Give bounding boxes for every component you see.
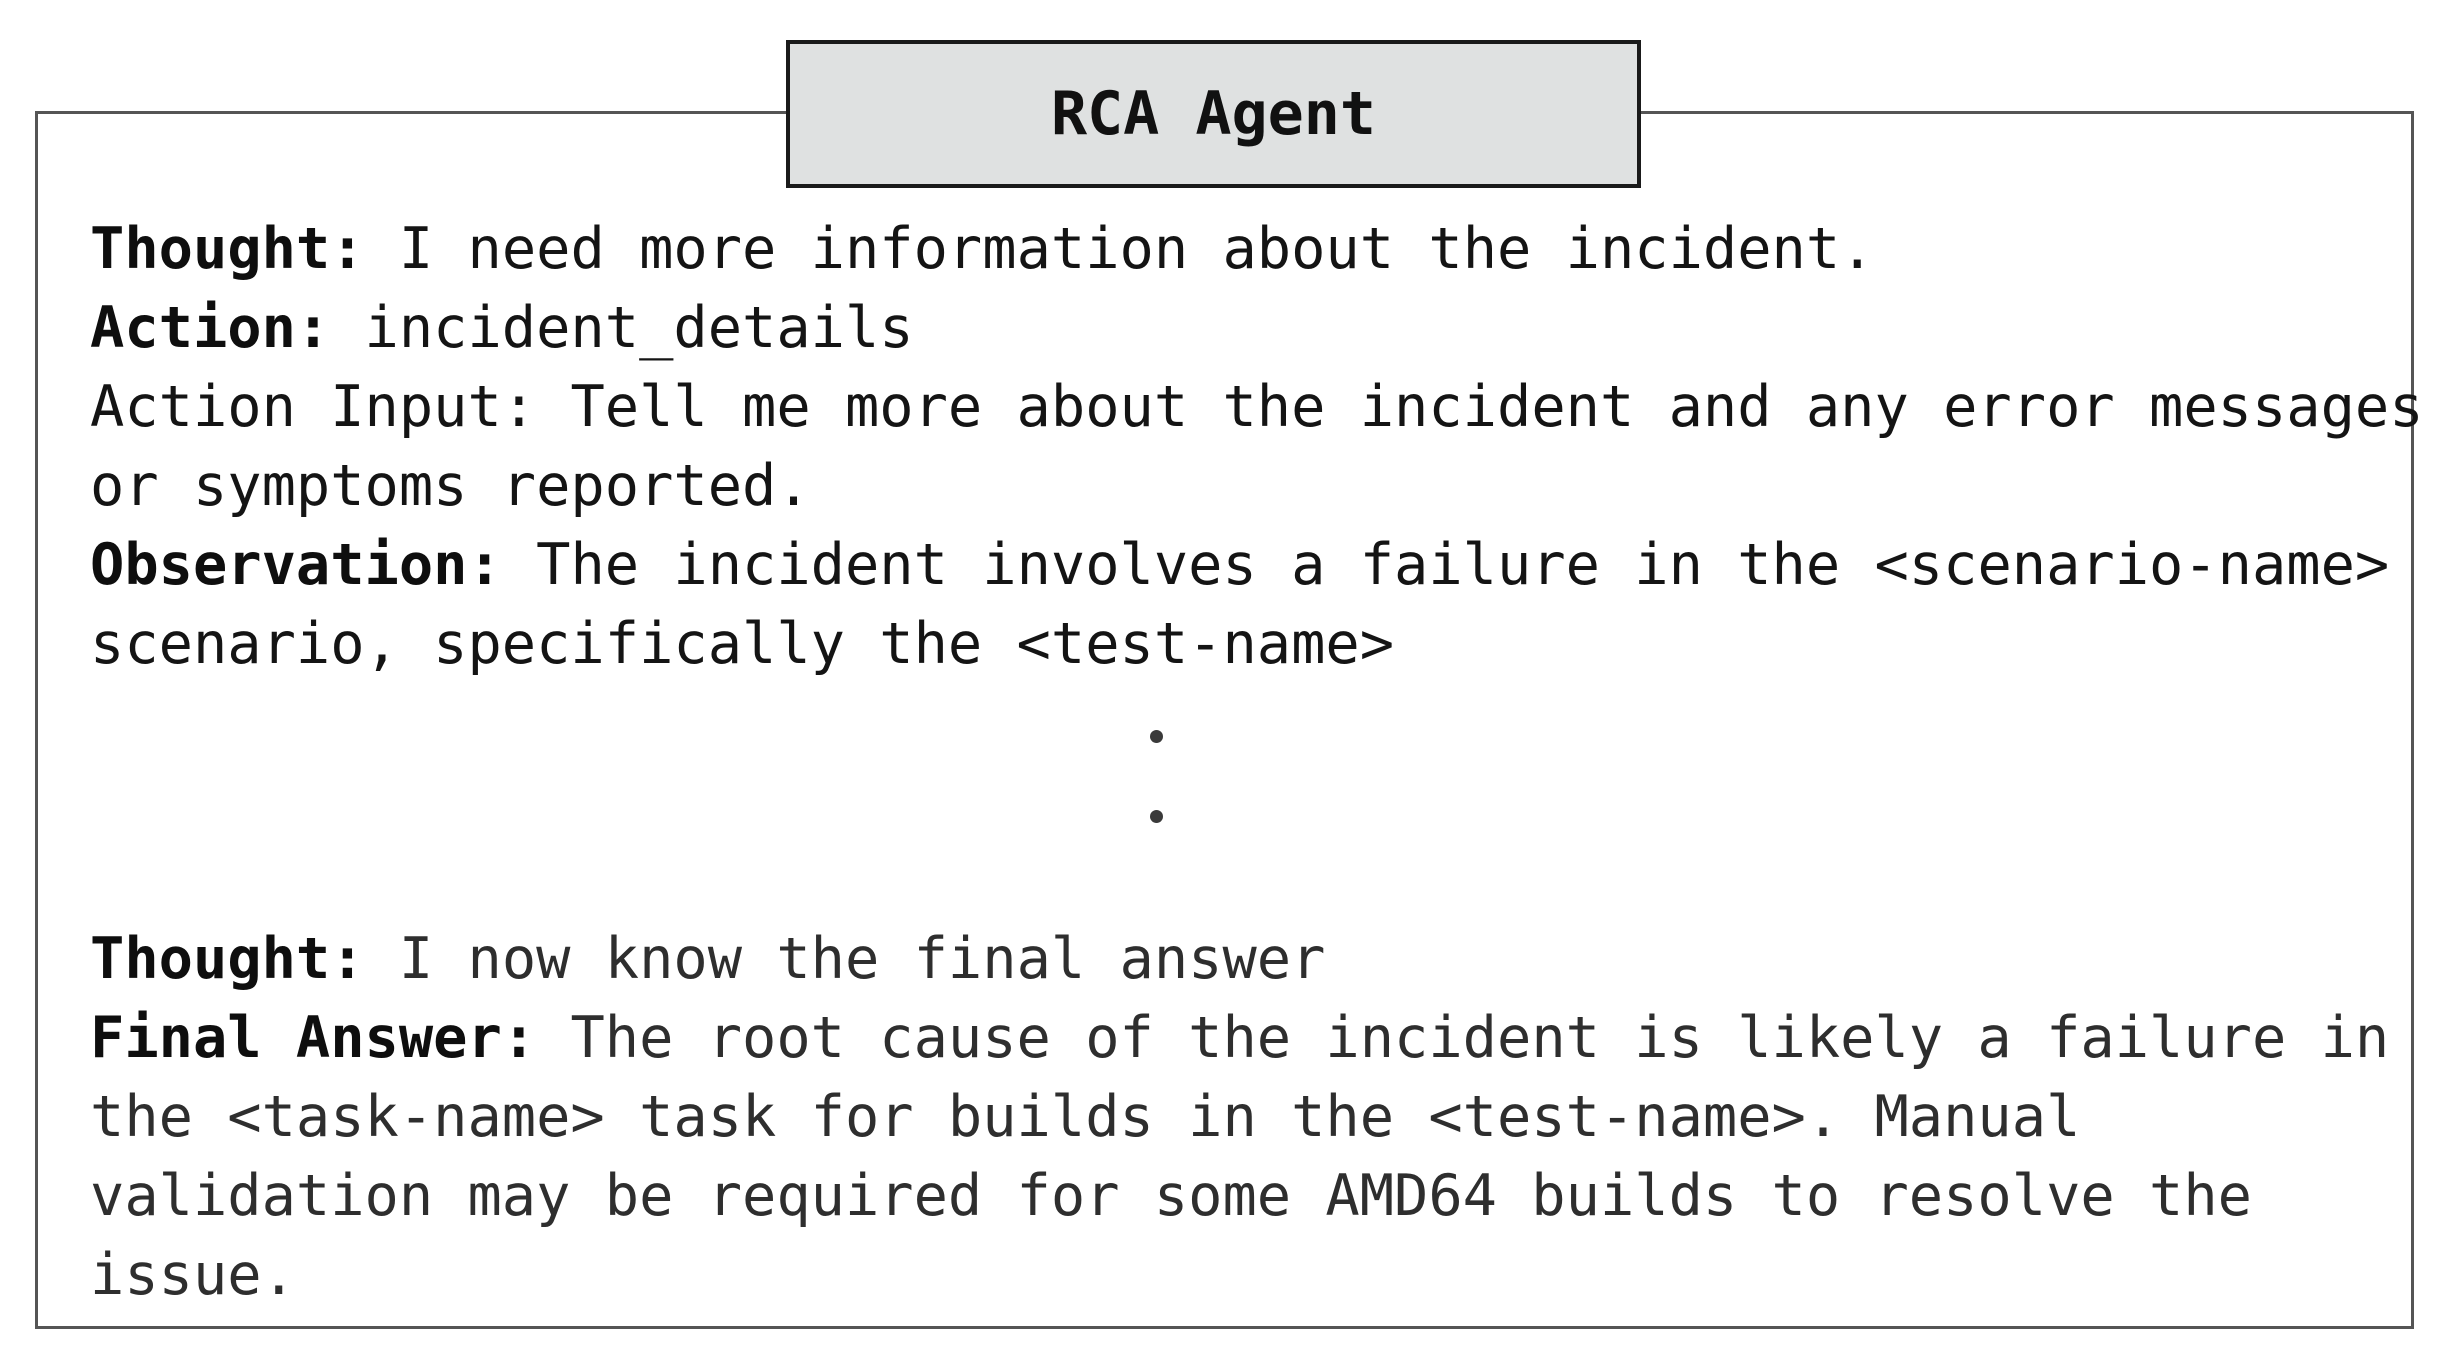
final-answer-line-3: validation may be required for some AMD6…	[90, 1157, 2252, 1236]
final-answer-text-4: issue.	[90, 1242, 296, 1308]
final-thought-label: Thought:	[90, 926, 365, 992]
observation-text: The incident involves a failure in the <…	[501, 532, 2390, 598]
thought-line: Thought: I need more information about t…	[90, 210, 1875, 289]
final-answer-line: Final Answer: The root cause of the inci…	[90, 999, 2389, 1078]
title-box: RCA Agent	[786, 40, 1641, 188]
action-input-line: Action Input: Tell me more about the inc…	[90, 368, 2424, 447]
observation-text-2: scenario, specifically the <test-name>	[90, 611, 1395, 677]
panel-title: RCA Agent	[1050, 79, 1377, 149]
final-answer-text-3: validation may be required for some AMD6…	[90, 1163, 2252, 1229]
action-line: Action: incident_details	[90, 289, 914, 368]
final-thought-line: Thought: I now know the final answer	[90, 920, 1325, 999]
action-input-label: Action Input:	[90, 374, 537, 440]
final-answer-line-2: the <task-name> task for builds in the <…	[90, 1078, 2080, 1157]
thought-label: Thought:	[90, 216, 365, 282]
final-answer-text: The root cause of the incident is likely…	[536, 1005, 2390, 1071]
action-input-line-2: or symptoms reported.	[90, 447, 811, 526]
action-input-text: Tell me more about the incident and any …	[536, 374, 2424, 440]
ellipsis-dot	[1150, 810, 1163, 823]
final-answer-label: Final Answer:	[90, 1005, 537, 1071]
final-answer-line-4: issue.	[90, 1236, 296, 1315]
final-thought-text: I now know the final answer	[364, 926, 1326, 992]
final-answer-text-2: the <task-name> task for builds in the <…	[90, 1084, 2081, 1150]
action-input-text-2: or symptoms reported.	[90, 453, 811, 519]
thought-text: I need more information about the incide…	[364, 216, 1875, 282]
action-text: incident_details	[330, 295, 914, 361]
observation-line: Observation: The incident involves a fai…	[90, 526, 2389, 605]
ellipsis-dot	[1150, 730, 1163, 743]
observation-line-2: scenario, specifically the <test-name>	[90, 605, 1394, 684]
observation-label: Observation:	[90, 532, 502, 598]
action-label: Action:	[90, 295, 331, 361]
